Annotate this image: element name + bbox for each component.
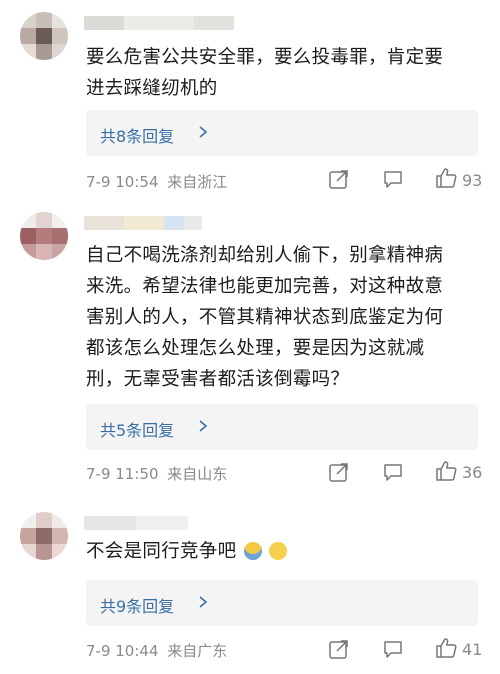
comment-icon[interactable]: [382, 461, 404, 483]
username-redacted[interactable]: [84, 216, 202, 230]
avatar[interactable]: [20, 12, 68, 60]
comment-line: 刑，无辜受害者都活该倒霉吗？: [86, 369, 350, 390]
chevron-right-icon: [199, 126, 208, 138]
thumbs-up-icon[interactable]: [434, 166, 458, 190]
comment-line: 进去踩缝纫机的: [86, 78, 218, 99]
thumbs-up-icon[interactable]: [434, 636, 458, 660]
comment-meta: 7-9 10:54 来自浙江: [86, 171, 227, 192]
comment-icon[interactable]: [382, 638, 404, 660]
comment-item: 要么危害公共安全罪，要么投毒罪，肯定要 进去踩缝纫机的 共8条回复 7-9 10…: [0, 0, 500, 200]
comment-line: 自己不喝洗涤剂却给别人偷下，别拿精神病: [86, 245, 444, 266]
share-icon[interactable]: [328, 168, 350, 190]
replies-link[interactable]: 共8条回复: [86, 110, 478, 156]
username-redacted[interactable]: [84, 516, 188, 530]
share-icon[interactable]: [328, 638, 350, 660]
comment-line: 不会是同行竞争吧: [86, 541, 237, 562]
shrug-emoji-icon: [243, 542, 262, 560]
clapping-emoji-icon: [268, 542, 287, 560]
replies-link[interactable]: 共9条回复: [86, 580, 478, 626]
share-icon[interactable]: [328, 461, 350, 483]
timestamp: 7-9 11:50: [86, 465, 159, 483]
location: 来自山东: [167, 465, 228, 483]
chevron-right-icon: [199, 596, 208, 608]
comment-line: 来洗。希望法律也能更加完善，对这种故意: [86, 276, 444, 297]
comment-text: 不会是同行竞争吧: [86, 536, 486, 567]
replies-label: 共9条回复: [100, 597, 175, 616]
comment-line-wrap: 不会是同行竞争吧: [86, 536, 486, 567]
comment-line: 害别人的人，不管其精神状态到底鉴定为何: [86, 307, 444, 328]
comment-item: 自己不喝洗涤剂却给别人偷下，别拿精神病 来洗。希望法律也能更加完善，对这种故意 …: [0, 200, 500, 500]
avatar[interactable]: [20, 512, 68, 560]
thumbs-up-icon[interactable]: [434, 459, 458, 483]
like-count: 36: [462, 463, 483, 482]
replies-link[interactable]: 共5条回复: [86, 404, 478, 450]
comment-line: 都该怎么处理怎么处理，要是因为这就减: [86, 338, 425, 359]
comment-text: 自己不喝洗涤剂却给别人偷下，别拿精神病 来洗。希望法律也能更加完善，对这种故意 …: [86, 240, 486, 395]
username-redacted[interactable]: [84, 16, 234, 30]
comment-item: 不会是同行竞争吧 共9条回复 7-9 10:44 来自广东 41: [0, 500, 500, 674]
like-count: 93: [462, 171, 483, 190]
replies-label: 共5条回复: [100, 421, 175, 440]
like-count: 41: [462, 640, 483, 659]
timestamp: 7-9 10:44: [86, 642, 159, 660]
location: 来自广东: [167, 642, 228, 660]
comment-meta: 7-9 10:44 来自广东: [86, 640, 227, 661]
comment-text: 要么危害公共安全罪，要么投毒罪，肯定要 进去踩缝纫机的: [86, 42, 486, 104]
avatar[interactable]: [20, 212, 68, 260]
comment-meta: 7-9 11:50 来自山东: [86, 463, 227, 484]
replies-label: 共8条回复: [100, 127, 175, 146]
timestamp: 7-9 10:54: [86, 173, 159, 191]
location: 来自浙江: [167, 173, 228, 191]
comment-line: 要么危害公共安全罪，要么投毒罪，肯定要: [86, 47, 444, 68]
chevron-right-icon: [199, 420, 208, 432]
comment-icon[interactable]: [382, 168, 404, 190]
